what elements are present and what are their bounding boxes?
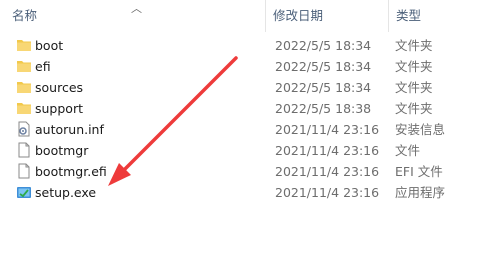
- red-arrow-annotation: [108, 56, 238, 186]
